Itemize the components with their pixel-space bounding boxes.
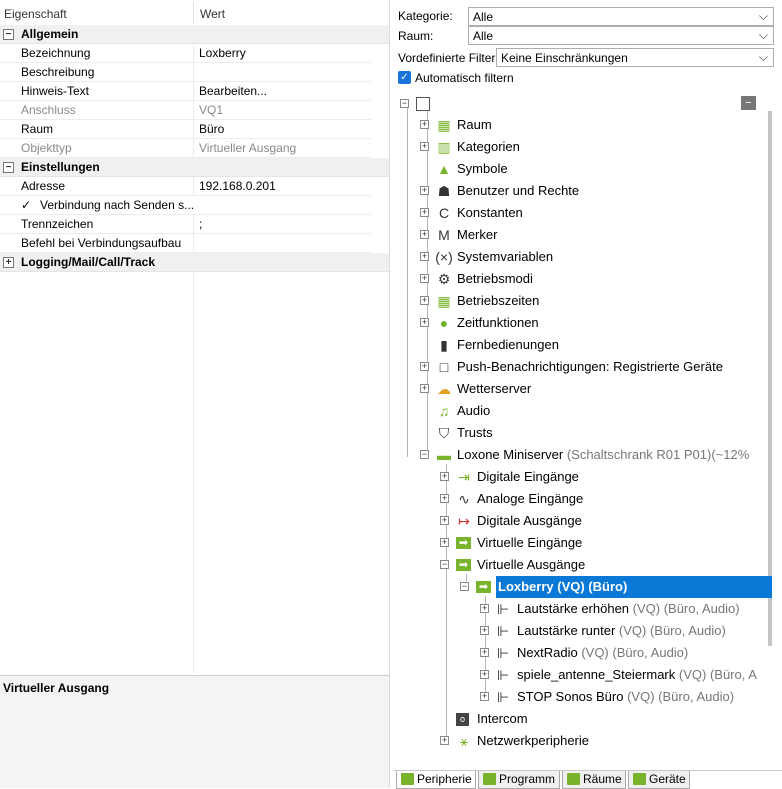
- predefined-filter-label: Vordefinierte Filter: [398, 51, 496, 65]
- property-name: Verbindung nach Senden s...: [40, 198, 195, 212]
- property-value[interactable]: Büro: [199, 122, 224, 136]
- property-name: Adresse: [21, 179, 66, 193]
- property-row-objekttyp: Objekttyp Virtueller Ausgang: [0, 139, 371, 158]
- collapse-all-button[interactable]: −: [741, 96, 756, 110]
- property-name: Bezeichnung: [21, 46, 91, 60]
- property-row-befehl-verbindungsaufbau[interactable]: Befehl bei Verbindungsaufbau: [0, 234, 371, 253]
- room-value: Alle: [473, 29, 494, 43]
- expand-icon[interactable]: +: [3, 257, 14, 268]
- property-value: Virtueller Ausgang: [199, 141, 297, 155]
- property-name: Trennzeichen: [21, 217, 94, 231]
- collapse-icon[interactable]: −: [3, 29, 14, 40]
- periphery-icon: [401, 773, 414, 785]
- group-label: Einstellungen: [21, 160, 100, 174]
- group-logging[interactable]: + Logging/Mail/Call/Track: [0, 253, 389, 272]
- property-name: Befehl bei Verbindungsaufbau: [21, 236, 182, 250]
- property-value[interactable]: ;: [199, 217, 202, 231]
- property-value[interactable]: Loxberry: [199, 46, 246, 60]
- auto-filter-label[interactable]: Automatisch filtern: [415, 71, 514, 85]
- property-name: Beschreibung: [21, 65, 95, 79]
- collapse-icon[interactable]: −: [3, 162, 14, 173]
- chevron-down-icon: ⌵: [758, 50, 768, 64]
- group-label: Allgemein: [21, 27, 79, 41]
- program-icon: [483, 773, 496, 785]
- property-name: Hinweis-Text: [21, 84, 90, 98]
- checkmark-icon[interactable]: ✓: [21, 199, 33, 211]
- group-einstellungen[interactable]: − Einstellungen: [0, 158, 389, 177]
- chevron-down-icon: ⌵: [758, 9, 768, 23]
- predefined-filter-value: Keine Einschränkungen: [501, 51, 628, 65]
- property-row-trennzeichen[interactable]: Trennzeichen ;: [0, 215, 371, 234]
- description-title: Virtueller Ausgang: [3, 681, 110, 695]
- tab-raeume[interactable]: Räume: [562, 771, 626, 789]
- property-row-adresse[interactable]: Adresse 192.168.0.201: [0, 177, 371, 196]
- periphery-panel: Kategorie: Alle ⌵ Raum: Alle ⌵ Vordefini…: [394, 0, 782, 788]
- tab-peripherie[interactable]: Peripherie: [396, 771, 476, 789]
- property-row-hinweis-text[interactable]: Hinweis-Text Bearbeiten...: [0, 82, 371, 101]
- value-column-header[interactable]: Wert: [200, 7, 225, 21]
- vertical-scrollbar[interactable]: [768, 111, 772, 646]
- devices-icon: [633, 773, 646, 785]
- property-name: Anschluss: [21, 103, 76, 117]
- category-label: Kategorie:: [398, 9, 453, 23]
- bottom-tab-bar: Peripherie Programm Räume Geräte: [394, 770, 782, 789]
- auto-filter-checkbox[interactable]: ✓: [398, 71, 411, 84]
- predefined-filter-select[interactable]: Keine Einschränkungen ⌵: [496, 48, 774, 67]
- property-row-anschluss: Anschluss VQ1: [0, 101, 371, 120]
- room-label: Raum:: [398, 29, 434, 43]
- property-row-raum[interactable]: Raum Büro: [0, 120, 371, 139]
- properties-panel: Eigenschaft Wert − Allgemein Bezeichnung…: [0, 0, 390, 788]
- description-panel: Virtueller Ausgang: [0, 675, 389, 788]
- group-allgemein[interactable]: − Allgemein: [0, 25, 389, 44]
- property-row-bezeichnung[interactable]: Bezeichnung Loxberry: [0, 44, 371, 63]
- group-label: Logging/Mail/Call/Track: [21, 255, 156, 269]
- room-select[interactable]: Alle ⌵: [468, 26, 774, 45]
- property-row-beschreibung[interactable]: Beschreibung: [0, 63, 371, 82]
- property-name: Objekttyp: [21, 141, 72, 155]
- column-divider[interactable]: [193, 2, 194, 24]
- category-value: Alle: [473, 10, 494, 24]
- property-name: Raum: [21, 122, 54, 136]
- tab-geraete[interactable]: Geräte: [628, 771, 690, 789]
- rooms-icon: [567, 773, 580, 785]
- chevron-down-icon: ⌵: [758, 28, 768, 42]
- tab-programm[interactable]: Programm: [478, 771, 560, 789]
- property-value: VQ1: [199, 103, 224, 117]
- property-column-header[interactable]: Eigenschaft: [4, 7, 67, 21]
- property-value[interactable]: Bearbeiten...: [199, 84, 267, 98]
- category-select[interactable]: Alle ⌵: [468, 7, 774, 26]
- property-row-verbindung-nach-senden[interactable]: ✓ Verbindung nach Senden s...: [0, 196, 371, 215]
- property-value[interactable]: 192.168.0.201: [199, 179, 276, 193]
- properties-header: Eigenschaft Wert: [0, 0, 389, 26]
